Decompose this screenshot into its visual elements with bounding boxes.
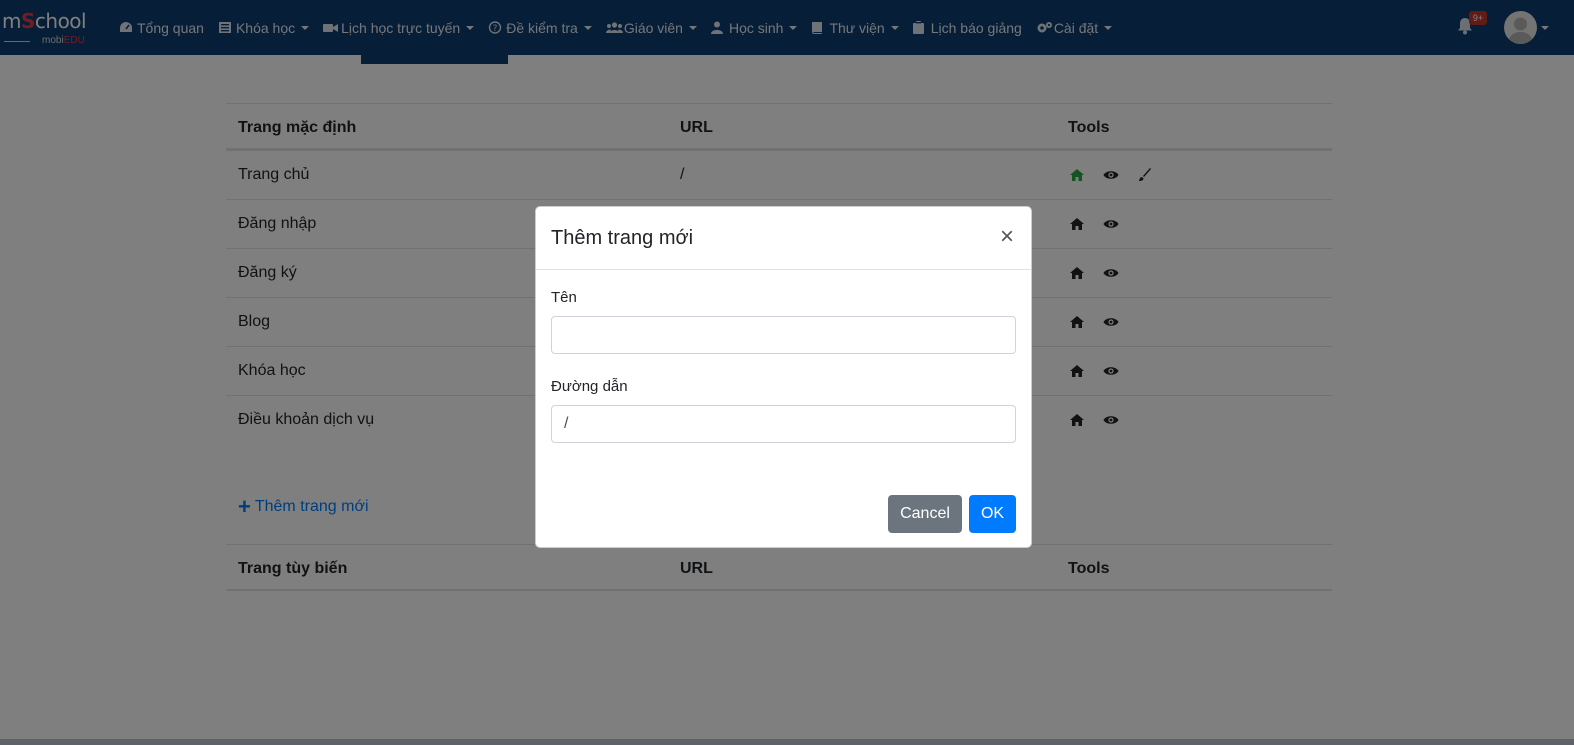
page-bottom-edge <box>0 739 1574 745</box>
ok-button[interactable]: OK <box>969 495 1016 533</box>
name-label: Tên <box>551 289 577 306</box>
add-page-modal: Thêm trang mới × Tên Đường dẫn Cancel OK <box>535 206 1032 548</box>
path-label: Đường dẫn <box>551 378 628 395</box>
modal-header: Thêm trang mới × <box>536 207 1031 270</box>
name-field[interactable] <box>551 316 1016 354</box>
cancel-button[interactable]: Cancel <box>888 495 962 533</box>
path-field[interactable] <box>551 405 1016 443</box>
modal-title: Thêm trang mới <box>551 227 694 249</box>
close-icon[interactable]: × <box>996 223 1018 251</box>
